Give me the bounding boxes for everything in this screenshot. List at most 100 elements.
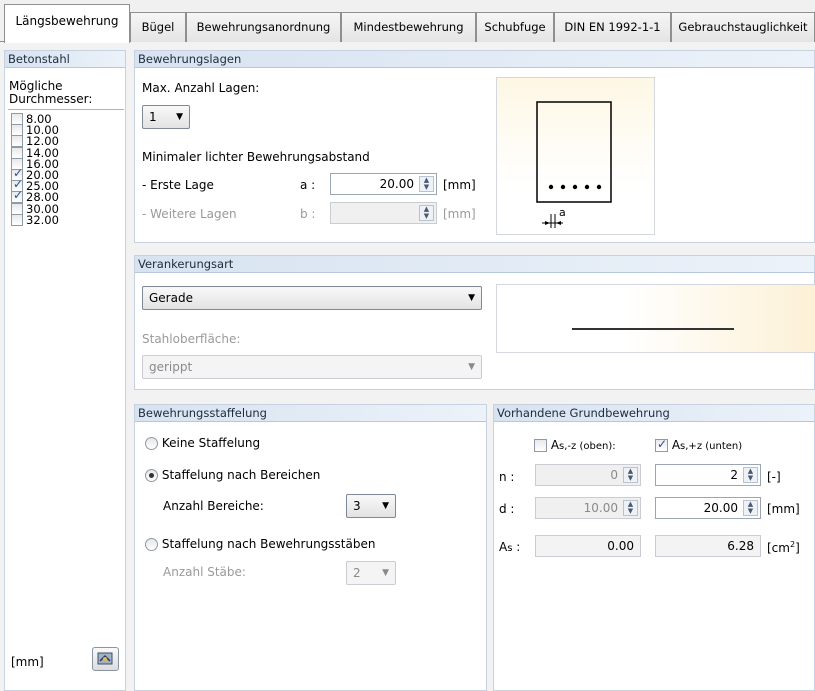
chevron-down-icon: ▼ bbox=[468, 293, 475, 303]
spinner-arrows-icon[interactable]: ▲ ▼ bbox=[419, 205, 434, 221]
tab-bewehrungsanordnung[interactable]: Bewehrungsanordnung bbox=[186, 12, 341, 42]
d-unit: [mm] bbox=[767, 502, 800, 516]
weitere-lagen-symbol: b : bbox=[300, 207, 316, 221]
as-unten-subscript: s,+z (unten) bbox=[680, 441, 743, 452]
unit-settings-icon bbox=[97, 652, 113, 665]
anzahl-bereiche-value: 3 bbox=[353, 499, 361, 513]
betonstahl-panel: Betonstahl Mögliche Durchmesser: 8.00 10.… bbox=[4, 50, 126, 691]
spinner-arrows-icon[interactable]: ▲ ▼ bbox=[623, 467, 638, 483]
option-staffelung-staebe-label: Staffelung nach Bewehrungsstäben bbox=[161, 537, 376, 551]
n-unten-value: 2 bbox=[730, 468, 738, 482]
as-colon: : bbox=[512, 540, 521, 554]
as-unit-main: [cm bbox=[767, 541, 790, 555]
cross-section-icon bbox=[536, 101, 612, 228]
n-label: n : bbox=[499, 470, 515, 484]
option-staffelung-bereiche[interactable]: Staffelung nach Bereichen bbox=[145, 468, 320, 482]
as-oben-symbol: A bbox=[550, 438, 560, 452]
checkbox-icon[interactable] bbox=[534, 439, 547, 452]
anzahl-staebe-label: Anzahl Stäbe: bbox=[163, 565, 246, 579]
verankerungsart-value: Gerade bbox=[149, 291, 193, 305]
tab-strip: Längsbewehrung Bügel Bewehrungsanordnung… bbox=[0, 0, 815, 43]
bewehrungsstaffelung-panel: Bewehrungsstaffelung Keine Staffelung St… bbox=[134, 404, 487, 691]
checkbox-icon[interactable] bbox=[11, 135, 23, 148]
spinner-arrows-icon[interactable]: ▲ ▼ bbox=[419, 176, 434, 192]
erste-lage-unit: [mm] bbox=[443, 178, 476, 192]
d-oben-value: 10.00 bbox=[583, 501, 618, 515]
straight-bar-icon bbox=[572, 328, 734, 330]
radio-selected-icon[interactable] bbox=[145, 469, 158, 482]
checkbox-checked-icon[interactable] bbox=[655, 437, 668, 452]
min-abstand-label: Minimaler lichter Bewehrungsabstand bbox=[142, 150, 370, 164]
d-label: d : bbox=[499, 502, 515, 516]
option-keine-staffelung-label: Keine Staffelung bbox=[161, 436, 261, 450]
n-oben-value: 0 bbox=[610, 468, 618, 482]
tab-buegel[interactable]: Bügel bbox=[130, 12, 186, 42]
chevron-down-icon: ▼ bbox=[176, 112, 183, 122]
cross-section-diagram: a bbox=[496, 77, 655, 235]
erste-lage-label: - Erste Lage bbox=[142, 178, 214, 192]
diameter-list-label: Mögliche Durchmesser: bbox=[9, 79, 93, 106]
radio-icon[interactable] bbox=[145, 437, 158, 450]
betonstahl-header: Betonstahl bbox=[5, 51, 125, 68]
chevron-down-icon: ▼ bbox=[382, 568, 389, 578]
max-lagen-label: Max. Anzahl Lagen: bbox=[142, 81, 260, 95]
n-unten-input[interactable]: 2 ▲ ▼ bbox=[655, 464, 761, 486]
weitere-lagen-input[interactable]: ▲ ▼ bbox=[330, 202, 437, 224]
checkbox-icon[interactable] bbox=[11, 146, 23, 159]
unit-settings-button[interactable] bbox=[92, 647, 119, 671]
checkbox-icon[interactable] bbox=[11, 202, 23, 215]
chevron-down-icon: ▼ bbox=[468, 362, 475, 372]
tab-laengsbewehrung[interactable]: Längsbewehrung bbox=[4, 4, 130, 43]
as-label: As : bbox=[499, 540, 520, 554]
weitere-lagen-label: - Weitere Lagen bbox=[142, 207, 237, 221]
max-lagen-select[interactable]: 1 ▼ bbox=[142, 105, 190, 129]
chevron-down-icon: ▼ bbox=[382, 501, 389, 511]
tab-mindestbewehrung[interactable]: Mindestbewehrung bbox=[341, 12, 476, 42]
d-oben-input[interactable]: 10.00 ▲ ▼ bbox=[535, 497, 641, 519]
n-oben-input[interactable]: 0 ▲ ▼ bbox=[535, 464, 641, 486]
erste-lage-input[interactable]: 20.00 ▲ ▼ bbox=[330, 173, 437, 195]
option-staffelung-staebe[interactable]: Staffelung nach Bewehrungsstäben bbox=[145, 537, 375, 551]
max-lagen-value: 1 bbox=[149, 110, 157, 124]
tab-din-en-1992[interactable]: DIN EN 1992-1-1 bbox=[554, 12, 671, 42]
checkbox-checked-icon[interactable] bbox=[11, 189, 23, 204]
stahloberflaeche-select[interactable]: gerippt ▼ bbox=[142, 355, 482, 379]
anchorage-diagram bbox=[496, 284, 815, 353]
spinner-arrows-icon[interactable]: ▲ ▼ bbox=[743, 467, 758, 483]
as-unten-value-field: 6.28 bbox=[655, 535, 761, 557]
bewehrungslagen-panel: Bewehrungslagen Max. Anzahl Lagen: 1 ▼ Mi… bbox=[134, 50, 815, 243]
spinner-arrows-icon[interactable]: ▲ ▼ bbox=[743, 500, 758, 516]
d-unten-input[interactable]: 20.00 ▲ ▼ bbox=[655, 497, 761, 519]
d-unten-value: 20.00 bbox=[703, 501, 738, 515]
grundbewehrung-header: Vorhandene Grundbewehrung bbox=[494, 405, 814, 422]
tab-gebrauchstauglichkeit[interactable]: Gebrauchstauglichkeit bbox=[671, 12, 815, 42]
checkbox-as-oben[interactable]: As,-z (oben): bbox=[534, 438, 616, 452]
as-unit-end: ] bbox=[795, 541, 800, 555]
as-symbol: A bbox=[499, 540, 508, 554]
as-unit: [cm2] bbox=[767, 540, 800, 555]
radio-icon[interactable] bbox=[145, 538, 158, 551]
option-keine-staffelung[interactable]: Keine Staffelung bbox=[145, 436, 260, 450]
checkbox-icon[interactable] bbox=[11, 213, 23, 226]
as-oben-subscript: s,-z (oben): bbox=[559, 441, 616, 452]
checkbox-icon[interactable] bbox=[11, 124, 23, 137]
diagram-a-label: a bbox=[559, 206, 566, 219]
diameter-list-divider bbox=[8, 109, 124, 110]
option-staffelung-bereiche-label: Staffelung nach Bereichen bbox=[161, 468, 321, 482]
diameter-item[interactable]: 32.00 bbox=[11, 213, 59, 226]
verankerungsart-panel: Verankerungsart Gerade ▼ Stahloberfläche:… bbox=[134, 255, 815, 390]
verankerungsart-select[interactable]: Gerade ▼ bbox=[142, 286, 482, 310]
checkbox-as-unten[interactable]: As,+z (unten) bbox=[655, 437, 743, 452]
anzahl-bereiche-select[interactable]: 3 ▼ bbox=[346, 494, 396, 518]
tab-schubfuge[interactable]: Schubfuge bbox=[476, 12, 554, 42]
anzahl-staebe-value: 2 bbox=[353, 566, 361, 580]
grundbewehrung-panel: Vorhandene Grundbewehrung As,-z (oben): … bbox=[493, 404, 815, 691]
anzahl-staebe-select[interactable]: 2 ▼ bbox=[346, 561, 396, 585]
unit-label: [mm] bbox=[11, 655, 44, 669]
erste-lage-symbol: a : bbox=[300, 178, 316, 192]
spinner-arrows-icon[interactable]: ▲ ▼ bbox=[623, 500, 638, 516]
as-oben-value-field: 0.00 bbox=[535, 535, 641, 557]
erste-lage-value: 20.00 bbox=[379, 177, 414, 191]
checkbox-icon[interactable] bbox=[11, 113, 23, 125]
stahloberflaeche-label: Stahloberfläche: bbox=[142, 332, 241, 346]
